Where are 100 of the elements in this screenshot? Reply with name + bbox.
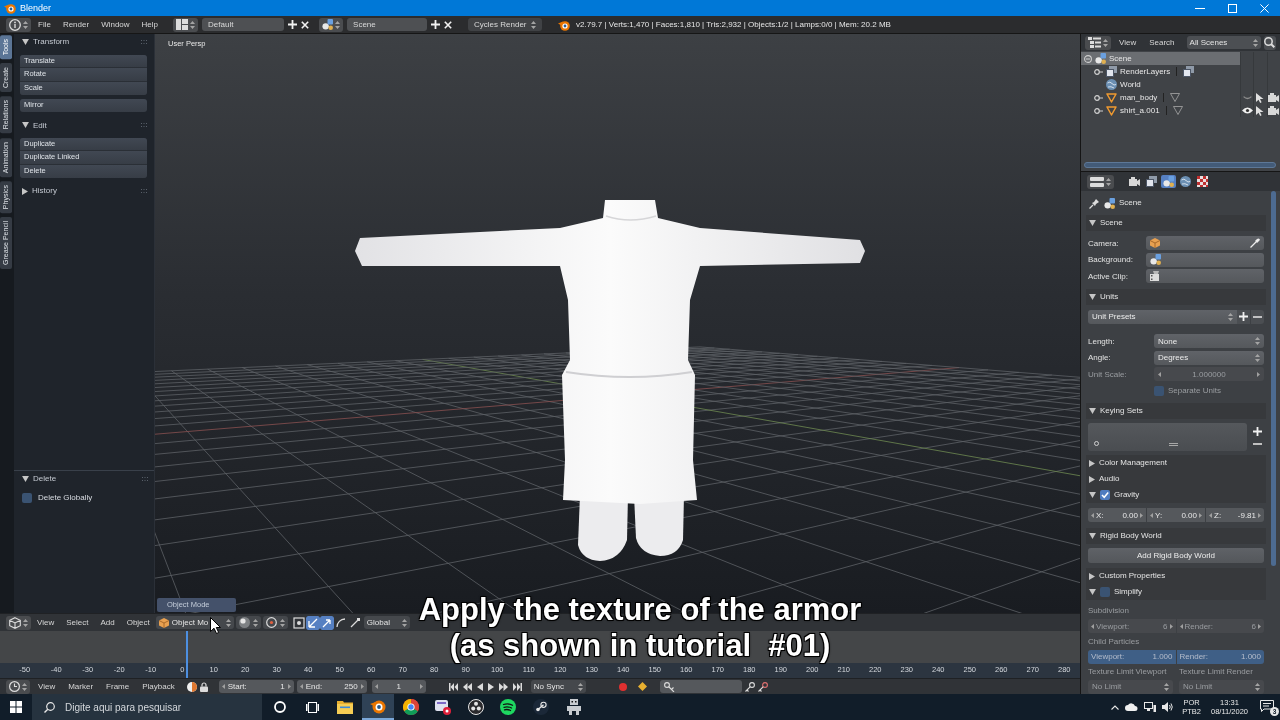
plus-icon[interactable] bbox=[431, 20, 441, 29]
panel-header[interactable]: Simplify bbox=[1086, 584, 1266, 600]
arrow-icon[interactable] bbox=[319, 615, 334, 630]
pivot-dropdown[interactable] bbox=[262, 616, 288, 629]
menu-item[interactable]: Add bbox=[94, 617, 121, 628]
chevron-up-icon[interactable] bbox=[1111, 704, 1120, 710]
key-icon[interactable] bbox=[744, 681, 755, 692]
number-field[interactable]: Y: 0.00 bbox=[1147, 508, 1205, 523]
action-button[interactable]: Add Rigid Body World bbox=[1088, 548, 1264, 564]
remove-button[interactable] bbox=[1251, 309, 1264, 324]
number-field[interactable]: X: 0.00 bbox=[1088, 508, 1146, 523]
fast-forward-icon[interactable] bbox=[498, 682, 508, 691]
panel-header[interactable]: Gravity bbox=[1086, 487, 1266, 503]
panel-header[interactable]: Custom Properties bbox=[1086, 568, 1266, 584]
dropdown[interactable]: None bbox=[1154, 334, 1264, 349]
close-icon[interactable] bbox=[301, 20, 310, 29]
number-field[interactable]: End: 250 bbox=[296, 680, 367, 693]
mode-dropdown[interactable]: Object Mo bbox=[155, 616, 234, 629]
scene-field[interactable]: Scene bbox=[347, 18, 428, 31]
record-icon[interactable] bbox=[618, 682, 627, 691]
properties-tab[interactable] bbox=[1144, 175, 1159, 188]
panel-header[interactable]: Keying Sets bbox=[1086, 403, 1266, 419]
search-button[interactable] bbox=[1263, 35, 1276, 50]
network-icon[interactable] bbox=[1144, 702, 1157, 712]
arc-icon[interactable] bbox=[333, 615, 348, 630]
datablock-field[interactable] bbox=[1146, 269, 1264, 284]
small-circle-icon[interactable] bbox=[1094, 441, 1099, 446]
menu-item[interactable]: Playback bbox=[137, 681, 180, 692]
menu-item[interactable]: Marker bbox=[63, 681, 99, 692]
preset-dropdown[interactable]: Unit Presets bbox=[1088, 309, 1237, 324]
menu-item[interactable]: View bbox=[31, 617, 61, 628]
editor-type-button[interactable] bbox=[6, 615, 31, 630]
outliner-item[interactable]: World bbox=[1081, 78, 1240, 91]
outliner-item[interactable]: man_body bbox=[1081, 91, 1240, 104]
expanded-toggle-icon[interactable] bbox=[1084, 54, 1092, 63]
slider-field[interactable]: Render: 1.000 bbox=[1176, 649, 1264, 664]
render-engine-dropdown[interactable]: Cycles Render bbox=[468, 18, 543, 31]
minus-icon[interactable] bbox=[1252, 443, 1262, 445]
plus-icon[interactable] bbox=[288, 20, 298, 29]
outliner-item[interactable]: Scene bbox=[1081, 52, 1240, 65]
grip-lines-icon[interactable] bbox=[1169, 443, 1178, 446]
properties-tab[interactable] bbox=[1195, 175, 1210, 188]
browse-button[interactable] bbox=[319, 17, 344, 32]
menu-item[interactable]: View bbox=[33, 681, 61, 692]
panel-header[interactable]: Color Management bbox=[1086, 455, 1266, 471]
panel-header[interactable]: Delete bbox=[20, 471, 148, 487]
horizontal-scrollbar[interactable] bbox=[1084, 162, 1276, 168]
panel-header[interactable]: Transform bbox=[20, 34, 147, 50]
screen-layout-field[interactable]: Default bbox=[202, 18, 285, 31]
eye-icon[interactable] bbox=[1241, 107, 1253, 114]
orientation-dropdown[interactable]: Global bbox=[363, 616, 410, 629]
menu-item[interactable]: Select bbox=[60, 617, 95, 628]
keying-set-field[interactable] bbox=[659, 680, 742, 693]
playhead[interactable] bbox=[185, 631, 188, 678]
number-field[interactable]: 1 bbox=[371, 680, 426, 693]
editor-type-button[interactable] bbox=[1087, 174, 1114, 189]
pointer-icon[interactable] bbox=[1256, 105, 1265, 116]
menu-item[interactable]: Help bbox=[136, 19, 164, 30]
eyedropper-icon[interactable] bbox=[1250, 238, 1260, 249]
menu-item[interactable]: Frame bbox=[101, 681, 135, 692]
outliner-item[interactable]: RenderLayers bbox=[1081, 65, 1240, 78]
pin-icon[interactable] bbox=[1089, 197, 1100, 209]
plus-icon[interactable] bbox=[1252, 427, 1262, 436]
skip-to-end-icon[interactable] bbox=[512, 682, 522, 691]
shading-dropdown[interactable] bbox=[235, 616, 261, 629]
taskbar-app-button[interactable] bbox=[361, 694, 395, 720]
collapsed-toggle-icon[interactable] bbox=[1094, 68, 1103, 75]
properties-tab[interactable] bbox=[1127, 175, 1142, 188]
menu-item[interactable]: View bbox=[1114, 37, 1142, 48]
panel-header[interactable]: Scene bbox=[1086, 215, 1266, 231]
key-remove-icon[interactable] bbox=[757, 681, 768, 692]
vertical-scrollbar[interactable] bbox=[1270, 191, 1276, 566]
rewind-icon[interactable] bbox=[462, 682, 472, 691]
checkbox[interactable] bbox=[1100, 490, 1110, 500]
diamond-icon[interactable] bbox=[637, 682, 647, 691]
menu-item[interactable]: Render bbox=[57, 19, 95, 30]
play-icon[interactable] bbox=[487, 682, 494, 691]
datablock-field[interactable] bbox=[1146, 236, 1264, 251]
sync-dropdown[interactable]: No Sync bbox=[530, 680, 586, 693]
menu-item[interactable]: Object bbox=[120, 617, 156, 628]
filter-dropdown[interactable]: All Scenes bbox=[1186, 36, 1261, 49]
panel-header[interactable]: Rigid Body World bbox=[1086, 527, 1266, 544]
axes-arrow-icon[interactable] bbox=[305, 615, 320, 630]
notification-icon[interactable] bbox=[1260, 700, 1274, 712]
editor-type-button[interactable] bbox=[6, 17, 31, 32]
number-field[interactable]: Start: 1 bbox=[218, 680, 294, 693]
menu-item[interactable]: Search bbox=[1144, 37, 1180, 48]
number-field[interactable]: Z: -9.81 bbox=[1206, 508, 1264, 523]
properties-tab[interactable] bbox=[1178, 175, 1193, 188]
editor-type-button[interactable] bbox=[1085, 35, 1111, 50]
editor-type-button[interactable] bbox=[6, 679, 30, 694]
outliner-item[interactable]: shirt_a.001 bbox=[1081, 104, 1240, 117]
play-reverse-icon[interactable] bbox=[476, 682, 483, 691]
pointer-icon[interactable] bbox=[1256, 92, 1265, 103]
checkbox[interactable] bbox=[1100, 587, 1110, 597]
datablock-field[interactable] bbox=[1146, 252, 1264, 267]
half-circle-icon[interactable] bbox=[186, 681, 197, 692]
menu-item[interactable]: Window bbox=[96, 19, 135, 30]
camera-icon[interactable] bbox=[1268, 93, 1280, 102]
dropdown[interactable]: Degrees bbox=[1154, 350, 1264, 365]
